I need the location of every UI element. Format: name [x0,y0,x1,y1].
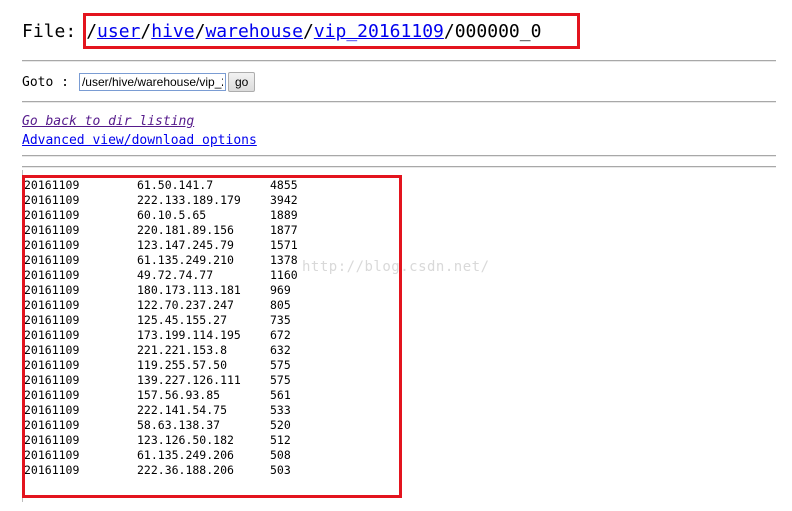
divider [22,60,776,62]
divider [22,101,776,103]
go-button[interactable]: go [227,72,256,92]
advanced-options-link[interactable]: Advanced view/download options [22,131,257,150]
back-to-dir-link[interactable]: Go back to dir listing [22,112,257,131]
divider [22,155,776,157]
nav-links: Go back to dir listing Advanced view/dow… [22,112,257,150]
goto-label: Goto : [22,74,69,90]
file-label: File: [22,21,77,42]
goto-input[interactable] [78,73,226,91]
divider [22,166,776,168]
highlight-box-content [22,175,402,498]
highlight-box-path [83,13,580,49]
goto-row: Goto : go [22,71,256,93]
watermark: http://blog.csdn.net/ [302,259,490,275]
